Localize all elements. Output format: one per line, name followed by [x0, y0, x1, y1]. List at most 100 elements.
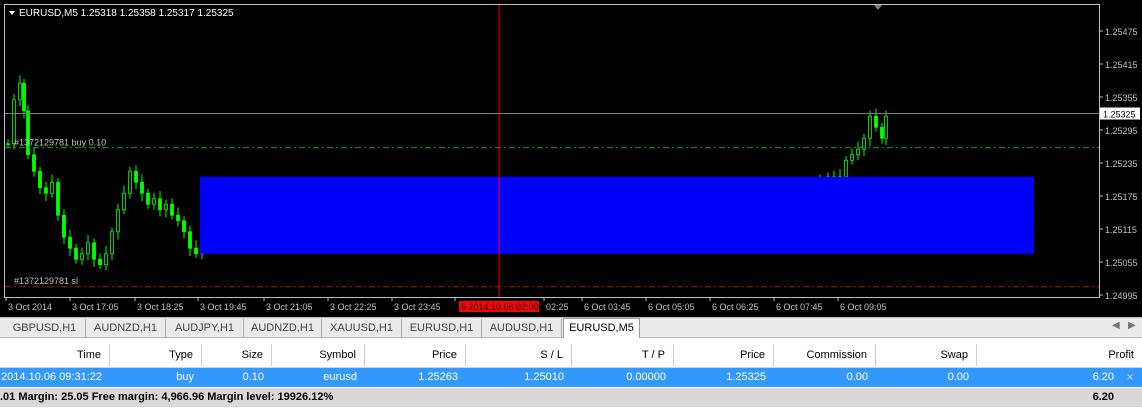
- candle: [44, 181, 48, 201]
- col-time-header[interactable]: Time: [0, 344, 110, 366]
- candle-body: [844, 159, 848, 178]
- candle-body: [194, 247, 198, 255]
- candle-body: [44, 187, 48, 194]
- candle: [74, 243, 78, 264]
- candle-body: [188, 231, 192, 249]
- candle-body: [850, 154, 854, 161]
- candle: [164, 199, 168, 218]
- candle-body: [74, 247, 78, 260]
- candle-body: [884, 115, 888, 139]
- candle-body: [86, 242, 90, 255]
- candle-body: [158, 198, 162, 211]
- candle-body: [62, 214, 66, 238]
- chart-header: EURUSD,M5 1.25318 1.25358 1.25317 1.2532…: [19, 8, 234, 19]
- price-scale-label: 1.25355: [1105, 93, 1138, 103]
- order-line-label: #1372129781 buy 0.10: [14, 138, 106, 148]
- candle-body: [152, 198, 156, 205]
- time-scale-label: 3 Oct 23:45: [394, 302, 441, 312]
- account-summary: .01 Margin: 25.05 Free margin: 4,966.96 …: [0, 388, 1142, 407]
- price-chart[interactable]: EURUSD,M5 1.25318 1.25358 1.25317 1.2532…: [0, 0, 1142, 317]
- candle-body: [98, 258, 102, 266]
- candle-body: [68, 236, 72, 249]
- col-size-header[interactable]: Size: [202, 344, 272, 366]
- table-row[interactable]: 2014.10.06 09:31:22 buy 0.10 eurusd 1.25…: [0, 368, 1142, 387]
- chart-shift-icon[interactable]: [874, 5, 882, 10]
- order-profit: 6.20: [1092, 371, 1114, 383]
- candle: [194, 240, 198, 259]
- current-price-label: 1.25325: [1103, 110, 1136, 120]
- col-profit-header[interactable]: Profit: [977, 344, 1142, 366]
- order-stop-loss: 1.25010: [524, 371, 564, 383]
- close-order-icon[interactable]: ×: [1124, 368, 1136, 387]
- candle-body: [22, 82, 26, 112]
- price-scale-label: 1.24995: [1105, 291, 1138, 301]
- tab-eurusd-m5[interactable]: EURUSD,M5: [563, 318, 640, 338]
- order-symbol: eurusd: [323, 371, 357, 383]
- tab-audnzd-h1-2[interactable]: AUDNZD,H1: [244, 319, 322, 337]
- candle: [18, 75, 22, 107]
- candle: [104, 246, 108, 271]
- col-type-header[interactable]: Type: [110, 344, 202, 366]
- order-current-price: 1.25325: [726, 371, 766, 383]
- price-scale-label: 1.25415: [1105, 60, 1138, 70]
- balance-summary: .01 Margin: 25.05 Free margin: 4,966.96 …: [0, 391, 334, 403]
- candle-body: [110, 231, 114, 255]
- col-tp-header[interactable]: T / P: [572, 344, 674, 366]
- candle-body: [32, 154, 36, 172]
- col-sl-header[interactable]: S / L: [466, 344, 572, 366]
- candle: [182, 216, 186, 239]
- candle-body: [128, 170, 132, 194]
- candle: [880, 122, 884, 144]
- order-type: buy: [176, 371, 194, 383]
- candle-body: [56, 181, 60, 216]
- candle: [134, 165, 138, 189]
- cursor-time-label: 6 2014.10.06 02:00: [461, 302, 539, 312]
- time-scale-label: 3 Oct 18:25: [137, 302, 184, 312]
- candle: [116, 203, 120, 240]
- tab-audnzd-h1[interactable]: AUDNZD,H1: [86, 319, 166, 337]
- order-time: 2014.10.06 09:31:22: [1, 371, 102, 383]
- col-symbol-header[interactable]: Symbol: [272, 344, 365, 366]
- rectangle-object[interactable]: [200, 176, 1034, 254]
- chart-menu-icon[interactable]: [9, 11, 15, 15]
- candle: [92, 238, 96, 267]
- time-scale-label: 3 Oct 17:05: [72, 302, 119, 312]
- time-scale-label: 6 Oct 03:45: [584, 302, 631, 312]
- candle: [128, 166, 132, 199]
- tab-gbpusd-h1[interactable]: GBPUSD,H1: [4, 319, 86, 337]
- time-scale-label: 3 Oct 19:45: [200, 302, 247, 312]
- candle-body: [104, 253, 108, 266]
- tab-xauusd-h1[interactable]: XAUUSD,H1: [322, 319, 402, 337]
- tab-eurusd-h1[interactable]: EURUSD,H1: [402, 319, 482, 337]
- candle-body: [176, 214, 180, 222]
- candle-body: [80, 253, 84, 260]
- candle-body: [880, 126, 884, 139]
- candle: [122, 185, 126, 215]
- order-take-profit: 0.00000: [626, 371, 666, 383]
- candle-body: [868, 115, 872, 139]
- tab-audusd-h1[interactable]: AUDUSD,H1: [482, 319, 562, 337]
- time-scale-label: 6 Oct 06:25: [712, 302, 759, 312]
- scroll-left-icon[interactable]: ◀: [1112, 320, 1120, 331]
- candle: [158, 191, 162, 217]
- chart-canvas[interactable]: EURUSD,M5 1.25318 1.25358 1.25317 1.2532…: [0, 0, 1142, 317]
- time-scale-label: 6 Oct 05:05: [648, 302, 695, 312]
- candle: [862, 133, 866, 156]
- candle: [176, 207, 180, 227]
- chart-tabs-bar: GBPUSD,H1 AUDNZD,H1 AUDJPY,H1 AUDNZD,H1 …: [0, 317, 1142, 338]
- candle: [26, 104, 30, 160]
- col-swap-header[interactable]: Swap: [876, 344, 977, 366]
- tab-audjpy-h1[interactable]: AUDJPY,H1: [166, 319, 244, 337]
- price-scale-label: 1.25475: [1105, 27, 1138, 37]
- trade-terminal: Time Type Size Symbol Price S / L T / P …: [0, 338, 1142, 409]
- order-size: 0.10: [242, 371, 264, 383]
- col-commission-header[interactable]: Commission: [774, 344, 876, 366]
- scroll-right-icon[interactable]: ▶: [1128, 320, 1136, 331]
- candle-body: [140, 181, 144, 194]
- candle: [146, 188, 150, 209]
- candle: [6, 139, 10, 149]
- col-price-header[interactable]: Price: [365, 344, 466, 366]
- candle: [850, 148, 854, 165]
- candle: [874, 108, 878, 132]
- col-current-price-header[interactable]: Price: [674, 344, 774, 366]
